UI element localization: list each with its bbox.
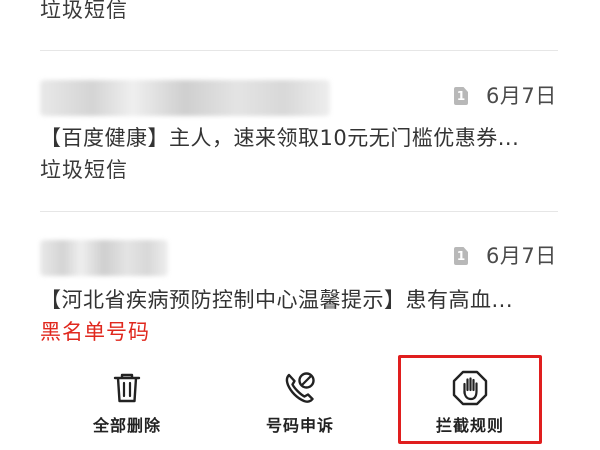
sim-card-icon: 1 (454, 247, 468, 265)
message-preview: 【河北省疾病预防控制中心温馨提示】患有高血... (40, 288, 514, 312)
trash-icon (107, 368, 147, 408)
list-divider (40, 211, 558, 212)
block-rules-button[interactable]: 拦截规则 (400, 352, 540, 442)
message-category-blacklist: 黑名单号码 (40, 320, 150, 344)
number-appeal-button[interactable]: 号码申诉 (230, 352, 370, 442)
message-date: 6月7日 (486, 244, 557, 268)
message-preview: 【百度健康】主人，速来领取10元无门槛优惠券... (40, 126, 520, 150)
sender-redacted (40, 80, 330, 116)
message-category-spam: 垃圾短信 (40, 0, 128, 22)
hand-stop-icon (450, 368, 490, 408)
phone-block-icon (280, 368, 320, 408)
list-item[interactable]: 1 6月7日 【百度健康】主人，速来领取10元无门槛优惠券... 垃圾短信 (40, 72, 560, 192)
message-category-spam: 垃圾短信 (40, 158, 128, 182)
sender-redacted (40, 240, 168, 276)
number-appeal-label: 号码申诉 (265, 416, 334, 435)
blocked-messages-screen: 垃圾短信 1 6月7日 【百度健康】主人，速来领取10元无门槛优惠券... 垃圾… (0, 0, 600, 450)
bottom-action-bar: 全部删除 号码申诉 拦截规则 (0, 352, 600, 450)
list-divider (40, 50, 558, 51)
delete-all-label: 全部删除 (92, 416, 161, 435)
sim-card-icon: 1 (454, 87, 468, 105)
block-rules-label: 拦截规则 (435, 416, 504, 435)
delete-all-button[interactable]: 全部删除 (57, 352, 197, 442)
message-date: 6月7日 (486, 84, 557, 108)
list-item[interactable]: 1 6月7日 【河北省疾病预防控制中心温馨提示】患有高血... 黑名单号码 (40, 232, 560, 352)
